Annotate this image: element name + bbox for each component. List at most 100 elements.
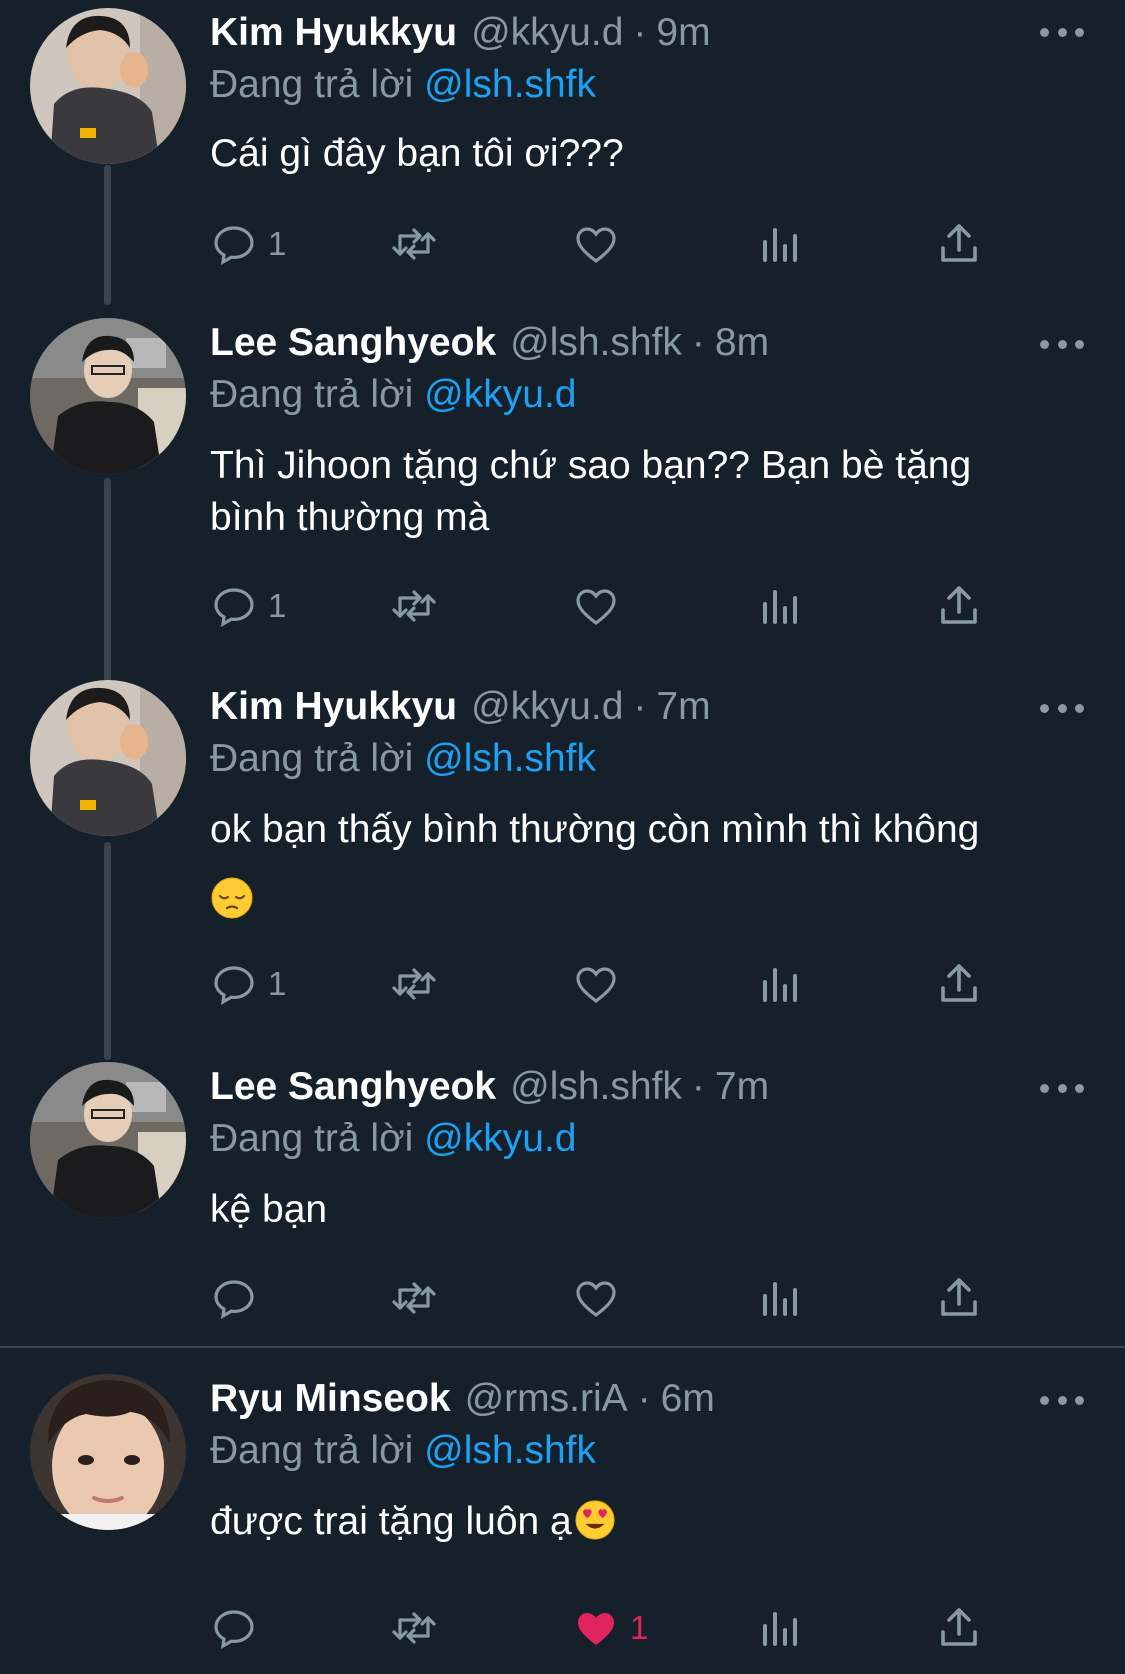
- reply-button[interactable]: 1: [210, 954, 286, 1014]
- tweet-header: Kim Hyukkyu @kkyu.d · 7m: [210, 680, 711, 734]
- reply-icon: [214, 226, 254, 266]
- divider: [0, 1346, 1125, 1348]
- retweet-button[interactable]: [390, 1598, 438, 1658]
- like-count: 1: [630, 1609, 649, 1646]
- analytics-icon: [763, 968, 797, 1002]
- like-button[interactable]: [572, 954, 620, 1014]
- user-handle[interactable]: @kkyu.d: [471, 6, 623, 60]
- share-button[interactable]: [935, 214, 983, 274]
- tweet-actions: [210, 1268, 1010, 1328]
- share-button[interactable]: [935, 1598, 983, 1658]
- tweet-text: Thì Jihoon tặng chứ sao bạn?? Bạn bè tặn…: [210, 440, 1090, 544]
- replying-to: Đang trả lời @lsh.shfk: [210, 58, 596, 112]
- replying-to-label: Đang trả lời: [210, 737, 414, 780]
- like-button[interactable]: [572, 214, 620, 274]
- replying-to: Đang trả lời @lsh.shfk: [210, 732, 596, 786]
- timestamp[interactable]: 6m: [661, 1372, 715, 1426]
- reply-count: 1: [268, 225, 287, 262]
- user-handle[interactable]: @lsh.shfk: [510, 1060, 682, 1114]
- reply-button[interactable]: 1: [210, 576, 286, 636]
- share-button[interactable]: [935, 576, 983, 636]
- separator-dot: ·: [633, 685, 647, 728]
- reply-button[interactable]: 1: [210, 214, 286, 274]
- avatar[interactable]: [30, 318, 186, 474]
- tweet-header: Lee Sanghyeok @lsh.shfk · 8m: [210, 316, 769, 370]
- reply-button[interactable]: [210, 1268, 268, 1328]
- timestamp[interactable]: 7m: [715, 1060, 769, 1114]
- share-icon: [941, 1278, 977, 1316]
- heart-icon: [576, 1281, 616, 1318]
- tweet-text: Cái gì đây bạn tôi ơi???: [210, 128, 1090, 180]
- user-handle[interactable]: @rms.riA: [465, 1372, 628, 1426]
- like-button[interactable]: [572, 1268, 620, 1328]
- share-icon: [941, 964, 977, 1002]
- tweet-actions: 1: [210, 576, 1010, 636]
- replying-to-label: Đang trả lời: [210, 373, 414, 416]
- tweet-actions: 1: [210, 214, 1010, 274]
- avatar[interactable]: [30, 1374, 186, 1530]
- replying-to-handle[interactable]: @lsh.shfk: [424, 63, 596, 106]
- timestamp[interactable]: 7m: [656, 680, 710, 734]
- reply-thread-feed: Kim Hyukkyu @kkyu.d · 9m Đang trả lời @l…: [0, 0, 1125, 1674]
- thread-line: [104, 165, 111, 305]
- timestamp[interactable]: 8m: [715, 316, 769, 370]
- analytics-icon: [763, 1612, 797, 1646]
- retweet-icon: [392, 590, 436, 622]
- timestamp[interactable]: 9m: [656, 6, 710, 60]
- replying-to: Đang trả lời @kkyu.d: [210, 1112, 576, 1166]
- tweet-text-line: kệ bạn: [210, 1188, 328, 1231]
- more-options-icon[interactable]: [1040, 1078, 1084, 1098]
- analytics-icon: [763, 1282, 797, 1316]
- retweet-icon: [392, 1612, 436, 1644]
- heart-icon: [576, 967, 616, 1004]
- tweet-text: ok bạn thấy bình thường còn mình thì khô…: [210, 804, 1090, 919]
- replying-to-label: Đang trả lời: [210, 1429, 414, 1472]
- tweet-actions: 1: [210, 954, 1010, 1014]
- share-button[interactable]: [935, 1268, 983, 1328]
- reply-button[interactable]: [210, 1598, 268, 1658]
- user-handle[interactable]: @lsh.shfk: [510, 316, 682, 370]
- reply-icon: [214, 966, 254, 1006]
- analytics-button[interactable]: [755, 1268, 803, 1328]
- replying-to-handle[interactable]: @lsh.shfk: [424, 737, 596, 780]
- replying-to-handle[interactable]: @kkyu.d: [424, 373, 576, 416]
- display-name[interactable]: Ryu Minseok: [210, 1372, 451, 1426]
- avatar[interactable]: [30, 680, 186, 836]
- display-name[interactable]: Lee Sanghyeok: [210, 316, 496, 370]
- share-icon: [941, 1608, 977, 1646]
- user-handle[interactable]: @kkyu.d: [471, 680, 623, 734]
- retweet-button[interactable]: [390, 576, 438, 636]
- avatar[interactable]: [30, 8, 186, 164]
- replying-to-label: Đang trả lời: [210, 63, 414, 106]
- more-options-icon[interactable]: [1040, 1390, 1084, 1410]
- analytics-button[interactable]: [755, 1598, 803, 1658]
- retweet-button[interactable]: [390, 1268, 438, 1328]
- heart-icon: [576, 227, 616, 264]
- tweet-header: Ryu Minseok @rms.riA · 6m: [210, 1372, 715, 1426]
- retweet-button[interactable]: [390, 214, 438, 274]
- like-button[interactable]: 1: [572, 1598, 648, 1658]
- avatar[interactable]: [30, 1062, 186, 1218]
- replying-to-handle[interactable]: @kkyu.d: [424, 1117, 576, 1160]
- replying-to: Đang trả lời @kkyu.d: [210, 368, 576, 422]
- display-name[interactable]: Kim Hyukkyu: [210, 680, 457, 734]
- reply-icon: [214, 1610, 254, 1650]
- more-options-icon[interactable]: [1040, 334, 1084, 354]
- analytics-button[interactable]: [755, 576, 803, 636]
- analytics-button[interactable]: [755, 954, 803, 1014]
- replying-to-handle[interactable]: @lsh.shfk: [424, 1429, 596, 1472]
- heart-eyes-emoji: [575, 1500, 615, 1540]
- more-options-icon[interactable]: [1040, 22, 1084, 42]
- retweet-icon: [392, 968, 436, 1000]
- share-button[interactable]: [935, 954, 983, 1014]
- like-button[interactable]: [572, 576, 620, 636]
- retweet-icon: [392, 1282, 436, 1314]
- display-name[interactable]: Lee Sanghyeok: [210, 1060, 496, 1114]
- retweet-button[interactable]: [390, 954, 438, 1014]
- replying-to-label: Đang trả lời: [210, 1117, 414, 1160]
- reply-count: 1: [268, 965, 287, 1002]
- display-name[interactable]: Kim Hyukkyu: [210, 6, 457, 60]
- analytics-button[interactable]: [755, 214, 803, 274]
- more-options-icon[interactable]: [1040, 698, 1084, 718]
- tweet-header: Lee Sanghyeok @lsh.shfk · 7m: [210, 1060, 769, 1114]
